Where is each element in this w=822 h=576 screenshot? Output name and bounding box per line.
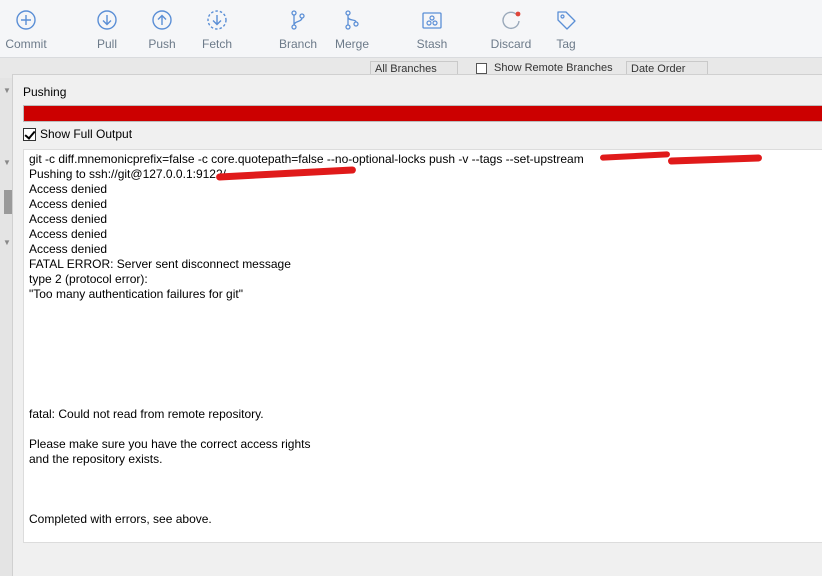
collapse-arrow-icon: ▼ xyxy=(3,158,11,167)
discard-button[interactable]: Discard xyxy=(490,0,532,58)
background-sidebar xyxy=(0,78,12,576)
merge-button[interactable]: Merge xyxy=(334,0,370,58)
tag-label: Tag xyxy=(556,37,576,51)
pull-icon xyxy=(95,8,119,32)
progress-bar xyxy=(23,105,822,122)
show-remote-label: Show Remote Branches xyxy=(494,62,613,74)
progress-fill xyxy=(24,106,822,121)
push-icon xyxy=(150,8,174,32)
merge-icon xyxy=(340,8,364,32)
stash-label: Stash xyxy=(416,37,448,51)
show-remote-checkbox[interactable] xyxy=(476,63,487,74)
stash-icon xyxy=(420,8,444,32)
tag-button[interactable]: Tag xyxy=(554,0,578,58)
discard-label: Discard xyxy=(490,37,532,51)
output-line: Access denied xyxy=(29,242,108,256)
output-line: fatal: Could not read from remote reposi… xyxy=(29,407,264,421)
fetch-label: Fetch xyxy=(201,37,232,51)
merge-label: Merge xyxy=(334,37,369,51)
fetch-button[interactable]: Fetch xyxy=(201,0,233,58)
output-log[interactable]: git -c diff.mnemonicprefix=false -c core… xyxy=(23,149,822,543)
fetch-icon xyxy=(205,8,229,32)
push-button[interactable]: Push xyxy=(147,0,177,58)
tag-icon xyxy=(554,8,578,32)
show-full-output-checkbox[interactable] xyxy=(23,127,36,141)
branch-button[interactable]: Branch xyxy=(278,0,318,58)
output-line: and the repository exists. xyxy=(29,452,163,466)
output-line: Access denied xyxy=(29,182,108,196)
push-progress-dialog: Pushing Show Full Output git -c diff.mne… xyxy=(12,74,822,576)
show-full-output-label: Show Full Output xyxy=(40,127,133,141)
output-line: Completed with errors, see above. xyxy=(29,512,212,526)
output-line: Access denied xyxy=(29,197,108,211)
output-line: type 2 (protocol error): xyxy=(29,272,148,286)
commit-label: Commit xyxy=(5,37,47,51)
output-line: Access denied xyxy=(29,227,108,241)
output-line: Pushing to ssh://git@127.0.0.1:9122/ xyxy=(29,167,226,181)
commit-button[interactable]: Commit xyxy=(4,0,48,58)
dialog-title: Pushing xyxy=(23,85,67,99)
pull-label: Pull xyxy=(96,37,117,51)
collapse-arrow-icon: ▼ xyxy=(3,238,11,247)
show-full-output-toggle[interactable]: Show Full Output xyxy=(23,127,132,141)
branch-icon xyxy=(286,8,310,32)
output-line: Access denied xyxy=(29,212,108,226)
discard-icon xyxy=(499,8,523,32)
stash-button[interactable]: Stash xyxy=(416,0,448,58)
push-label: Push xyxy=(148,37,176,51)
toolbar: Commit Pull Push Fetch Branch Merge Stas… xyxy=(0,0,822,58)
branch-label: Branch xyxy=(278,37,318,51)
output-line: "Too many authentication failures for gi… xyxy=(29,287,243,301)
output-line: FATAL ERROR: Server sent disconnect mess… xyxy=(29,257,291,271)
collapse-arrow-icon: ▼ xyxy=(3,86,11,95)
pull-button[interactable]: Pull xyxy=(93,0,121,58)
sidebar-scroll-mark xyxy=(4,190,12,214)
commit-icon xyxy=(14,8,38,32)
output-line: Please make sure you have the correct ac… xyxy=(29,437,311,451)
